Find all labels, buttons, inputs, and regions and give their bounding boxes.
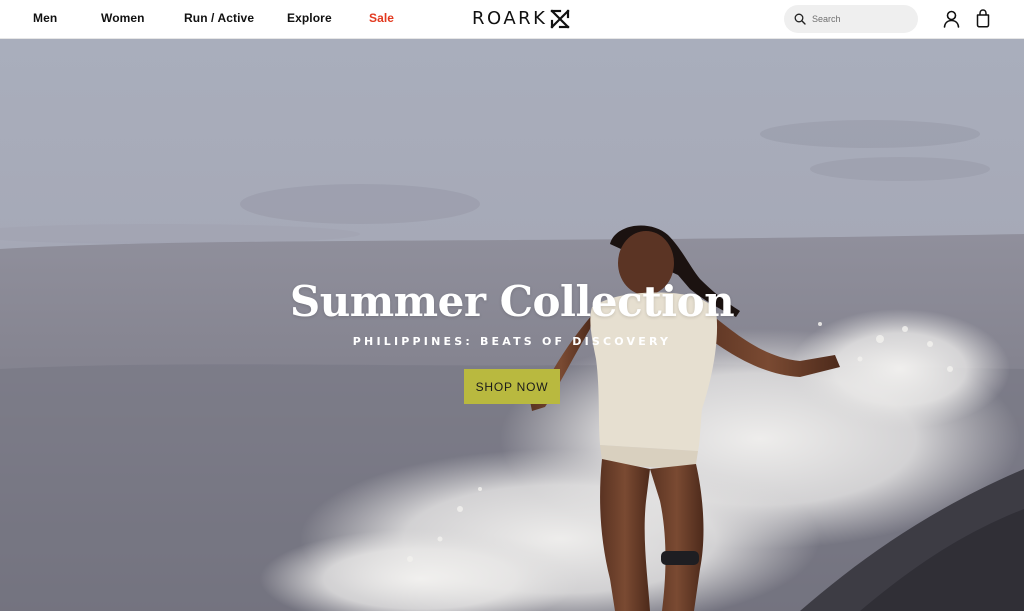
nav-item-sale[interactable]: Sale xyxy=(369,11,394,25)
search-box[interactable] xyxy=(784,5,918,33)
hero-banner: Summer Collection PHILIPPINES: BEATS OF … xyxy=(0,39,1024,611)
hero-title: Summer Collection xyxy=(289,277,735,327)
roark-x-mark-icon xyxy=(550,9,571,29)
brand-logo[interactable]: ROARK xyxy=(472,8,571,30)
site-header: Men Women Run / Active Explore Sale ROAR… xyxy=(0,0,1024,39)
shopping-bag-icon[interactable] xyxy=(976,9,990,28)
shop-now-button[interactable]: SHOP NOW xyxy=(464,369,560,404)
nav-item-run-active[interactable]: Run / Active xyxy=(184,11,254,25)
search-icon xyxy=(794,13,806,25)
hero-subtitle: PHILIPPINES: BEATS OF DISCOVERY xyxy=(352,335,672,348)
brand-name: ROARK xyxy=(472,8,548,29)
nav-item-women[interactable]: Women xyxy=(101,11,145,25)
nav-item-explore[interactable]: Explore xyxy=(287,11,332,25)
search-input[interactable] xyxy=(812,14,908,24)
nav-item-men[interactable]: Men xyxy=(33,11,57,25)
account-icon[interactable] xyxy=(943,10,960,28)
